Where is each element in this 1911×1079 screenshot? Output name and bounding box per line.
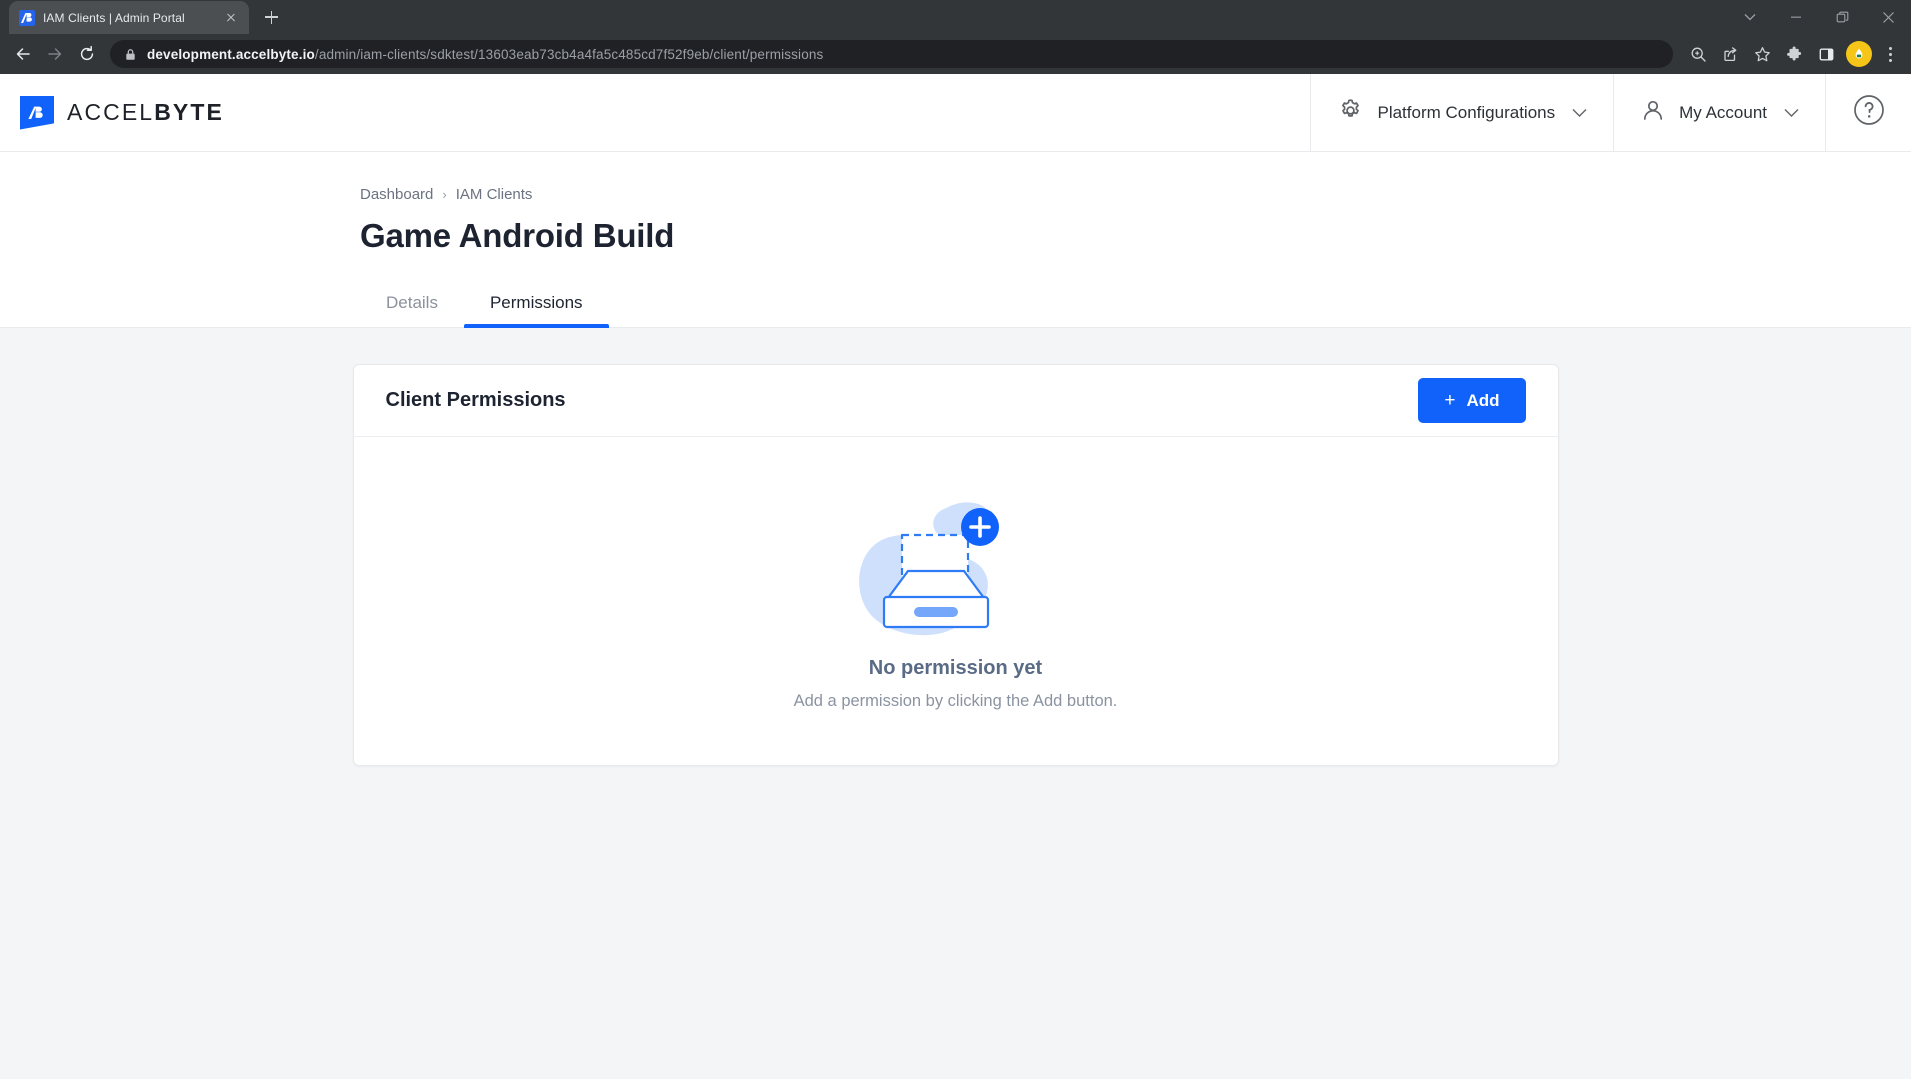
share-icon[interactable] bbox=[1715, 39, 1745, 69]
add-permission-button[interactable]: + Add bbox=[1418, 378, 1526, 423]
empty-state: No permission yet Add a permission by cl… bbox=[354, 437, 1558, 765]
url-host: development.accelbyte.io bbox=[147, 46, 315, 62]
tab-permissions[interactable]: Permissions bbox=[463, 281, 609, 328]
page-body: Client Permissions + Add No permission y… bbox=[0, 327, 1911, 1079]
empty-state-title: No permission yet bbox=[868, 657, 1043, 679]
browser-tab-strip: IAM Clients | Admin Portal bbox=[0, 0, 1911, 34]
extensions-puzzle-icon[interactable] bbox=[1779, 39, 1809, 69]
maximize-icon[interactable] bbox=[1819, 0, 1865, 34]
reload-icon[interactable] bbox=[72, 39, 102, 69]
empty-inbox-add-illustration-icon bbox=[826, 491, 1086, 639]
plus-icon: + bbox=[1444, 390, 1456, 411]
help-button[interactable] bbox=[1825, 74, 1911, 151]
header-spacer bbox=[224, 74, 1311, 151]
my-account-menu[interactable]: My Account bbox=[1613, 74, 1825, 151]
url-path: /admin/iam-clients/sdktest/13603eab73cb4… bbox=[314, 46, 824, 62]
brand-logo[interactable]: ACCELBYTE bbox=[0, 74, 224, 151]
platform-configurations-menu[interactable]: Platform Configurations bbox=[1310, 74, 1613, 151]
tab-close-icon[interactable] bbox=[223, 10, 239, 26]
platform-configurations-label: Platform Configurations bbox=[1377, 102, 1556, 122]
breadcrumb-separator-icon: › bbox=[442, 187, 447, 202]
help-circle-icon bbox=[1853, 94, 1885, 131]
more-menu-icon[interactable] bbox=[1877, 39, 1903, 69]
breadcrumb-item-iam-clients[interactable]: IAM Clients bbox=[456, 186, 533, 203]
window-controls bbox=[1727, 0, 1911, 34]
page-header-block: Dashboard › IAM Clients Game Android Bui… bbox=[0, 152, 1911, 328]
new-tab-button[interactable] bbox=[257, 3, 285, 31]
breadcrumb-item-dashboard[interactable]: Dashboard bbox=[360, 186, 433, 203]
add-button-label: Add bbox=[1466, 390, 1500, 410]
tab-details-label: Details bbox=[386, 293, 438, 312]
card-title: Client Permissions bbox=[385, 389, 566, 411]
tab-details[interactable]: Details bbox=[360, 281, 464, 327]
browser-window: IAM Clients | Admin Portal development.a… bbox=[0, 0, 1911, 1079]
user-icon bbox=[1640, 97, 1666, 128]
gear-icon bbox=[1337, 97, 1364, 129]
tab-bar: Details Permissions bbox=[360, 281, 1911, 328]
forward-icon[interactable] bbox=[40, 39, 70, 69]
tab-favicon-icon bbox=[19, 9, 35, 26]
browser-tab[interactable]: IAM Clients | Admin Portal bbox=[9, 1, 249, 34]
page-viewport: ACCELBYTE Platform Configurations My Acc… bbox=[0, 74, 1911, 1079]
tab-search-icon[interactable] bbox=[1727, 0, 1773, 34]
zoom-icon[interactable] bbox=[1683, 39, 1713, 69]
breadcrumb: Dashboard › IAM Clients bbox=[360, 152, 1911, 203]
back-icon[interactable] bbox=[8, 39, 38, 69]
address-bar-url: development.accelbyte.io/admin/iam-clien… bbox=[147, 47, 823, 62]
tab-permissions-label: Permissions bbox=[489, 293, 583, 312]
client-permissions-card: Client Permissions + Add No permission y… bbox=[352, 364, 1559, 766]
close-icon[interactable] bbox=[1865, 0, 1911, 34]
side-panel-icon[interactable] bbox=[1811, 39, 1841, 69]
chevron-down-icon bbox=[1572, 103, 1587, 123]
lock-icon bbox=[124, 48, 137, 61]
my-account-label: My Account bbox=[1679, 102, 1767, 122]
accelbyte-logo-icon bbox=[20, 95, 54, 130]
tab-title: IAM Clients | Admin Portal bbox=[43, 10, 185, 25]
brand-name-bold: BYTE bbox=[154, 99, 224, 125]
page-title: Game Android Build bbox=[360, 217, 675, 254]
brand-name: ACCELBYTE bbox=[67, 99, 224, 126]
browser-toolbar: development.accelbyte.io/admin/iam-clien… bbox=[0, 34, 1911, 74]
bookmark-star-icon[interactable] bbox=[1747, 39, 1777, 69]
empty-state-subtitle: Add a permission by clicking the Add but… bbox=[793, 692, 1118, 710]
app-header: ACCELBYTE Platform Configurations My Acc… bbox=[0, 74, 1911, 152]
profile-avatar[interactable] bbox=[1846, 41, 1872, 67]
card-header: Client Permissions + Add bbox=[353, 365, 1558, 437]
brand-name-light: ACCEL bbox=[67, 99, 155, 125]
address-bar[interactable]: development.accelbyte.io/admin/iam-clien… bbox=[110, 40, 1673, 68]
minimize-icon[interactable] bbox=[1773, 0, 1819, 34]
chevron-down-icon bbox=[1784, 103, 1799, 123]
